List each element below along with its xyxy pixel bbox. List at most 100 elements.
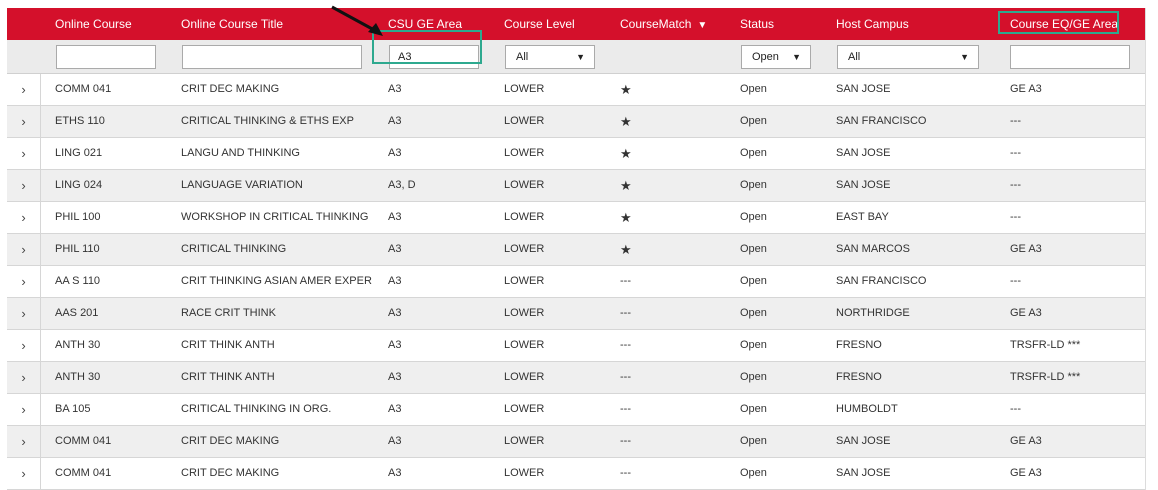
filter-ge-area-input[interactable] xyxy=(389,45,479,69)
expand-row-chevron-icon[interactable]: › xyxy=(7,106,41,137)
cell-title: CRIT DEC MAKING xyxy=(181,83,280,95)
cell-title: RACE CRIT THINK xyxy=(181,307,276,319)
expand-row-chevron-icon[interactable]: › xyxy=(7,458,41,489)
table-row[interactable]: › COMM 041 CRIT DEC MAKING A3 LOWER --- Open SA… xyxy=(7,458,1145,490)
cell-status: Open xyxy=(740,179,767,191)
cell-title: WORKSHOP IN CRITICAL THINKING xyxy=(181,211,369,223)
cell-course: PHIL 100 xyxy=(55,211,101,223)
cell-status: Open xyxy=(740,115,767,127)
cell-title: CRIT THINK ANTH xyxy=(181,339,275,351)
table-row[interactable]: › PHIL 100 WORKSHOP IN CRITICAL THINKING A3… xyxy=(7,202,1145,234)
cell-eq: GE A3 xyxy=(1010,83,1042,95)
table-row[interactable]: › BA 105 CRITICAL THINKING IN ORG. A3 LOWER -… xyxy=(7,394,1145,426)
cell-level: LOWER xyxy=(504,467,545,479)
cell-level: LOWER xyxy=(504,243,545,255)
expand-row-chevron-icon[interactable]: › xyxy=(7,74,41,105)
cell-host: FRESNO xyxy=(836,339,882,351)
expand-row-chevron-icon[interactable]: › xyxy=(7,266,41,297)
table-body: › COMM 041 CRIT DEC MAKING A3 LOWER ★ Open SAN … xyxy=(7,74,1145,490)
column-header-csu-ge-area[interactable]: CSU GE Area xyxy=(388,8,462,40)
table-row[interactable]: › PHIL 110 CRITICAL THINKING A3 LOWER ★ Open SA… xyxy=(7,234,1145,266)
cell-course: BA 105 xyxy=(55,403,91,415)
expand-row-chevron-icon[interactable]: › xyxy=(7,426,41,457)
table-row[interactable]: › ETHS 110 CRITICAL THINKING & ETHS EXP A3 L… xyxy=(7,106,1145,138)
cell-ge: A3 xyxy=(388,403,402,415)
cell-match: ★ xyxy=(620,114,632,129)
cell-level: LOWER xyxy=(504,435,545,447)
pointer-arrow-icon xyxy=(331,5,383,36)
cell-title: LANGU AND THINKING xyxy=(181,147,300,159)
column-header-coursematch[interactable]: CourseMatch ▼ xyxy=(620,8,707,40)
table-row[interactable]: › AAS 201 RACE CRIT THINK A3 LOWER --- Open NOR… xyxy=(7,298,1145,330)
cell-status: Open xyxy=(740,83,767,95)
cell-match: ★ xyxy=(620,242,632,257)
cell-status: Open xyxy=(740,403,767,415)
filter-title-input[interactable] xyxy=(182,45,362,69)
cell-level: LOWER xyxy=(504,403,545,415)
cell-course: ETHS 110 xyxy=(55,115,105,127)
table-row[interactable]: › COMM 041 CRIT DEC MAKING A3 LOWER --- Open SA… xyxy=(7,426,1145,458)
table-row[interactable]: › LING 021 LANGU AND THINKING A3 LOWER ★ Open S… xyxy=(7,138,1145,170)
cell-level: LOWER xyxy=(504,275,545,287)
table-row[interactable]: › ANTH 30 CRIT THINK ANTH A3 LOWER --- Open FRE… xyxy=(7,330,1145,362)
column-header-status[interactable]: Status xyxy=(740,8,774,40)
cell-match: ★ xyxy=(620,82,632,97)
cell-match: ★ xyxy=(620,146,632,161)
expand-row-chevron-icon[interactable]: › xyxy=(7,362,41,393)
column-header-course-level[interactable]: Course Level xyxy=(504,8,575,40)
cell-course: PHIL 110 xyxy=(55,243,100,255)
cell-eq: GE A3 xyxy=(1010,467,1042,479)
cell-level: LOWER xyxy=(504,179,545,191)
cell-course: COMM 041 xyxy=(55,467,112,479)
table-row[interactable]: › COMM 041 CRIT DEC MAKING A3 LOWER ★ Open SAN … xyxy=(7,74,1145,106)
cell-status: Open xyxy=(740,435,767,447)
cell-ge: A3 xyxy=(388,371,402,383)
expand-row-chevron-icon[interactable]: › xyxy=(7,394,41,425)
cell-eq: --- xyxy=(1010,147,1021,159)
cell-eq: --- xyxy=(1010,211,1021,223)
column-header-course-title[interactable]: Online Course Title xyxy=(181,8,283,40)
dropdown-arrow-icon: ▼ xyxy=(576,52,585,62)
cell-host: HUMBOLDT xyxy=(836,403,898,415)
cell-host: SAN FRANCISCO xyxy=(836,115,927,127)
filter-course-input[interactable] xyxy=(56,45,156,69)
column-header-online-course[interactable]: Online Course xyxy=(55,8,132,40)
cell-match: ★ xyxy=(620,178,632,193)
cell-title: CRITICAL THINKING IN ORG. xyxy=(181,403,332,415)
cell-host: SAN FRANCISCO xyxy=(836,275,927,287)
cell-level: LOWER xyxy=(504,211,545,223)
cell-title: CRIT THINKING ASIAN AMER EXPER xyxy=(181,275,372,287)
cell-status: Open xyxy=(740,339,767,351)
cell-status: Open xyxy=(740,371,767,383)
cell-ge: A3 xyxy=(388,83,402,95)
expand-row-chevron-icon[interactable]: › xyxy=(7,138,41,169)
cell-course: ANTH 30 xyxy=(55,339,101,351)
table-row[interactable]: › ANTH 30 CRIT THINK ANTH A3 LOWER --- Open FRE… xyxy=(7,362,1145,394)
cell-host: EAST BAY xyxy=(836,211,889,223)
expand-row-chevron-icon[interactable]: › xyxy=(7,234,41,265)
filter-eq-area-input[interactable] xyxy=(1010,45,1130,69)
column-header-host-campus[interactable]: Host Campus xyxy=(836,8,909,40)
cell-eq: TRSFR-LD *** xyxy=(1010,371,1081,383)
expand-row-chevron-icon[interactable]: › xyxy=(7,330,41,361)
cell-course: LING 021 xyxy=(55,147,103,159)
cell-level: LOWER xyxy=(504,115,545,127)
filter-host-campus-select[interactable]: All ▼ xyxy=(837,45,979,69)
cell-host: SAN JOSE xyxy=(836,467,891,479)
cell-title: CRITICAL THINKING & ETHS EXP xyxy=(181,115,354,127)
expand-row-chevron-icon[interactable]: › xyxy=(7,202,41,233)
cell-level: LOWER xyxy=(504,307,545,319)
cell-host: SAN JOSE xyxy=(836,179,891,191)
dropdown-arrow-icon: ▼ xyxy=(960,52,969,62)
cell-status: Open xyxy=(740,243,767,255)
cell-eq: --- xyxy=(1010,275,1021,287)
filter-status-select[interactable]: Open ▼ xyxy=(741,45,811,69)
course-table: Online Course Online Course Title CSU GE… xyxy=(7,8,1146,490)
cell-eq: --- xyxy=(1010,403,1021,415)
filter-level-select[interactable]: All ▼ xyxy=(505,45,595,69)
table-row[interactable]: › AA S 110 CRIT THINKING ASIAN AMER EXPER A… xyxy=(7,266,1145,298)
table-row[interactable]: › LING 024 LANGUAGE VARIATION A3, D LOWER ★ Op… xyxy=(7,170,1145,202)
cell-title: CRIT DEC MAKING xyxy=(181,435,280,447)
expand-row-chevron-icon[interactable]: › xyxy=(7,298,41,329)
expand-row-chevron-icon[interactable]: › xyxy=(7,170,41,201)
